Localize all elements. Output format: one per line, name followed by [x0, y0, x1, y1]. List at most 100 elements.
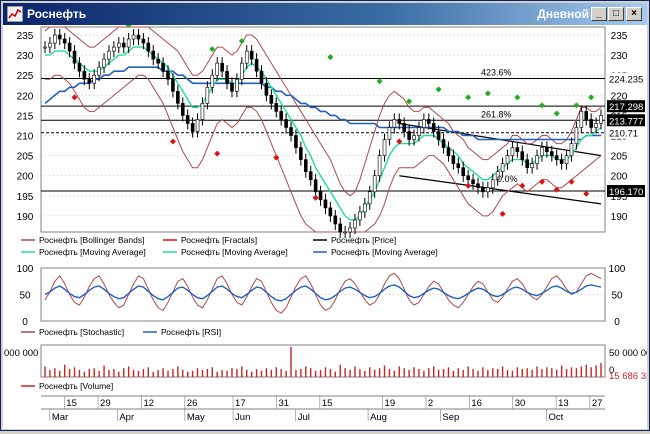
oscillator-tick-right: 100	[609, 264, 626, 275]
price-body	[117, 42, 121, 48]
price-body	[126, 38, 131, 48]
price-tick-right: 230	[611, 51, 628, 62]
price-body	[303, 159, 308, 173]
day-label: 12	[143, 398, 154, 409]
month-label: Jul	[298, 412, 310, 423]
title-bar[interactable]: Роснефть Дневной _ □ ×	[3, 3, 647, 25]
month-label: Sep	[442, 412, 459, 423]
price-body	[318, 191, 323, 201]
fractal-down-marker	[214, 150, 221, 157]
minimize-button[interactable]: _	[591, 7, 607, 21]
price-body	[264, 82, 269, 96]
price-body	[451, 155, 456, 164]
price-body	[67, 42, 72, 52]
legend-label: Роснефть [Fractals]	[181, 235, 257, 245]
price-body	[112, 46, 116, 52]
price-body	[422, 119, 426, 128]
oscillator-tick-right: 50	[611, 291, 623, 302]
price-tick-left: 220	[17, 91, 34, 102]
oscillator-tick-left: 0	[22, 317, 28, 328]
moving-average-fast-line	[45, 46, 602, 221]
price-body	[77, 62, 82, 72]
maximize-button[interactable]: □	[608, 7, 624, 21]
price-body	[210, 74, 215, 88]
price-body	[294, 135, 298, 148]
price-body	[525, 159, 529, 168]
price-body	[549, 151, 554, 156]
price-body	[53, 34, 57, 44]
day-label: 17	[235, 398, 246, 409]
day-label: 26	[187, 398, 198, 409]
day-label: 13	[558, 398, 569, 409]
price-body	[131, 34, 136, 40]
fib-label: 0.0%	[497, 174, 518, 184]
fractal-down-marker	[568, 178, 575, 185]
legend-label: Роснефть [Moving Average]	[331, 247, 438, 257]
month-label: Apr	[119, 412, 134, 423]
price-body	[254, 58, 259, 72]
price-body	[392, 119, 397, 128]
month-label: Jun	[235, 412, 250, 423]
price-body	[57, 34, 62, 40]
price-body	[481, 187, 485, 193]
price-body	[195, 119, 200, 132]
volume-tick-left: 000 000	[4, 348, 38, 359]
price-tick-left: 230	[17, 51, 34, 62]
price-body	[289, 127, 293, 136]
price-body	[299, 147, 303, 160]
price-body	[584, 111, 589, 120]
legend-label: Роснефть [Stochastic]	[39, 327, 124, 337]
fractal-down-marker	[465, 182, 472, 189]
chart-svg[interactable]: 1901901951952002002052052102102152152202…	[3, 22, 650, 429]
day-label: 27	[592, 398, 603, 409]
price-body	[441, 139, 446, 148]
price-bars	[43, 29, 603, 239]
price-body	[200, 103, 205, 120]
month-label: Oct	[548, 412, 563, 423]
price-body	[107, 50, 111, 60]
value-label: 213.777	[609, 116, 643, 127]
value-label: 196.170	[609, 187, 643, 198]
fractal-up-marker	[435, 86, 442, 93]
price-body	[436, 131, 441, 140]
price-body	[259, 70, 264, 84]
price-tick-left: 205	[17, 152, 34, 163]
window-title: Роснефть	[27, 7, 87, 21]
close-button[interactable]: ×	[626, 7, 642, 21]
price-body	[48, 42, 52, 48]
price-body	[146, 42, 151, 52]
price-body	[387, 127, 392, 140]
price-body	[353, 219, 357, 229]
price-body	[136, 34, 141, 40]
fractal-up-marker	[376, 78, 383, 85]
legend-label: Роснефть [Moving Average]	[181, 247, 288, 257]
fractal-up-marker	[514, 94, 521, 101]
price-body	[431, 123, 436, 132]
price-body	[240, 62, 244, 80]
price-body	[402, 123, 406, 132]
legend-label: Роснефть [Price]	[331, 235, 396, 245]
price-body	[367, 191, 372, 205]
price-body	[308, 171, 313, 181]
day-label: 30	[515, 398, 526, 409]
price-body	[589, 119, 593, 128]
price-body	[520, 151, 525, 160]
price-body	[382, 139, 387, 156]
price-body	[185, 115, 190, 124]
price-body	[486, 187, 490, 193]
fractal-up-marker	[465, 94, 472, 101]
price-body	[323, 199, 328, 209]
rsi-line	[44, 284, 602, 302]
series-layer	[44, 26, 602, 377]
price-body	[554, 155, 559, 160]
price-body	[235, 78, 239, 92]
volume-panel-frame	[40, 344, 606, 378]
price-body	[599, 115, 603, 124]
price-body	[466, 175, 470, 181]
price-body	[343, 231, 347, 234]
price-body	[505, 155, 510, 164]
price-body	[269, 95, 274, 104]
price-body	[102, 58, 106, 68]
chart-area[interactable]: 1901901951952002002052052102102152152202…	[3, 22, 650, 429]
price-body	[446, 147, 451, 156]
